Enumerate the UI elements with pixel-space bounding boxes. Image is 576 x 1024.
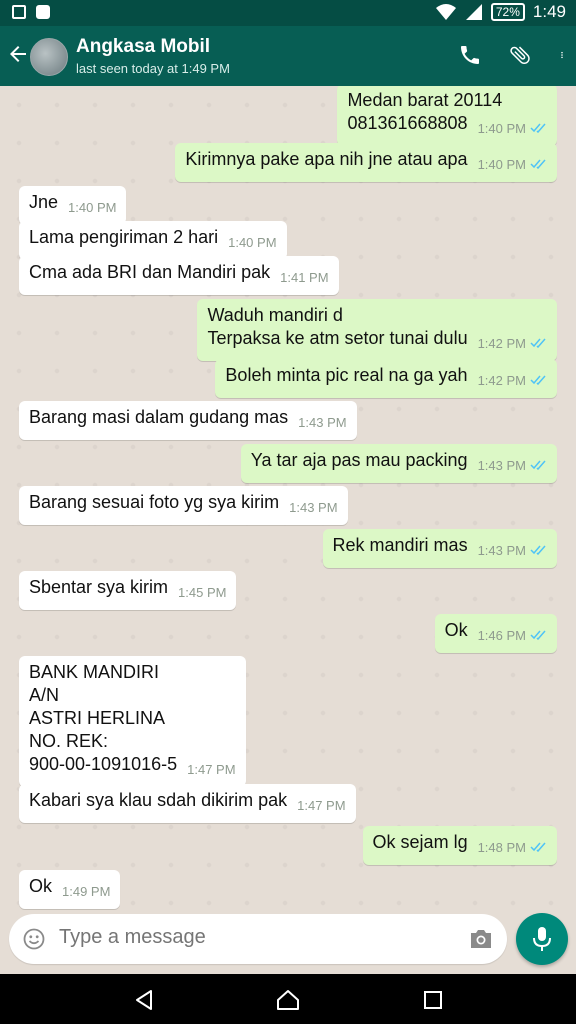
- mic-icon: [533, 927, 551, 951]
- nav-home-icon[interactable]: [276, 988, 300, 1012]
- message-time: 1:49 PM: [62, 884, 111, 899]
- bbm-notification-icon: [36, 5, 50, 19]
- message-text: Waduh mandiri d Terpaksa ke atm setor tu…: [207, 305, 468, 348]
- message-text: Barang sesuai foto yg sya kirim: [29, 492, 280, 512]
- message-bubble[interactable]: Barang masi dalam gudang mas 1:43 PM: [19, 401, 357, 440]
- message-bubble[interactable]: Rek mandiri mas 1:43 PM: [322, 529, 557, 568]
- read-ticks-icon: [530, 375, 546, 385]
- message-time: 1:40 PM: [478, 153, 547, 176]
- wifi-icon: [435, 4, 456, 20]
- chat-header: Angkasa Mobil last seen today at 1:49 PM: [0, 26, 576, 86]
- message-text: Jne: [29, 192, 59, 212]
- message-text: Kabari sya klau sdah dikirim pak: [29, 790, 288, 810]
- nav-back-icon[interactable]: [133, 989, 155, 1011]
- read-ticks-icon: [530, 545, 546, 555]
- more-icon[interactable]: [558, 43, 566, 67]
- last-seen-status: last seen today at 1:49 PM: [76, 61, 230, 76]
- message-time: 1:40 PM: [478, 117, 547, 140]
- read-ticks-icon: [530, 123, 546, 133]
- message-time: 1:45 PM: [178, 585, 227, 600]
- message-bubble[interactable]: Ok sejam lg 1:48 PM: [362, 826, 557, 865]
- message-time: 1:46 PM: [478, 624, 547, 647]
- message-time: 1:43 PM: [478, 539, 547, 562]
- status-right: 72% 1:49: [435, 2, 566, 22]
- read-ticks-icon: [530, 630, 546, 640]
- message-bubble[interactable]: Lama pengiriman 2 hari 1:40 PM: [19, 221, 287, 260]
- message-text: Ok: [444, 620, 468, 640]
- header-actions: [458, 43, 566, 67]
- message-time: 1:42 PM: [478, 332, 547, 355]
- mic-button[interactable]: [516, 913, 568, 965]
- message-bubble[interactable]: Barang sesuai foto yg sya kirim 1:43 PM: [19, 486, 348, 525]
- camera-icon[interactable]: [469, 928, 493, 950]
- message-time: 1:43 PM: [298, 415, 347, 430]
- message-time: 1:48 PM: [478, 836, 547, 859]
- battery-indicator: 72%: [490, 3, 525, 21]
- system-navigation-bar: [0, 974, 576, 1024]
- message-text: Ok sejam lg: [372, 832, 468, 852]
- message-text: Barang masi dalam gudang mas: [29, 407, 289, 427]
- message-text: Ya tar aja pas mau packing: [250, 450, 468, 470]
- message-bubble[interactable]: Ok 1:46 PM: [434, 614, 557, 653]
- composer: [0, 910, 576, 974]
- read-ticks-icon: [530, 460, 546, 470]
- status-bar: 72% 1:49: [0, 0, 576, 26]
- message-time: 1:47 PM: [187, 762, 236, 777]
- message-time: 1:42 PM: [478, 369, 547, 392]
- message-bubble[interactable]: Cma ada BRI dan Mandiri pak 1:41 PM: [19, 256, 339, 295]
- message-time: 1:43 PM: [478, 454, 547, 477]
- signal-icon: [465, 4, 482, 20]
- message-text: Cma ada BRI dan Mandiri pak: [29, 262, 271, 282]
- message-bubble[interactable]: Medan barat 20114 081361668808 1:40 PM: [337, 86, 557, 146]
- message-time: 1:40 PM: [228, 235, 277, 250]
- emoji-icon[interactable]: [23, 928, 45, 950]
- message-text: BANK MANDIRI A/N ASTRI HERLINA NO. REK: …: [29, 662, 178, 774]
- message-time: 1:41 PM: [280, 270, 329, 285]
- message-bubble[interactable]: Jne 1:40 PM: [19, 186, 127, 225]
- message-bubble[interactable]: Sbentar sya kirim 1:45 PM: [19, 571, 237, 610]
- read-ticks-icon: [530, 159, 546, 169]
- message-time: 1:43 PM: [289, 500, 338, 515]
- notification-icons: [12, 5, 50, 19]
- message-input-box[interactable]: [9, 914, 507, 964]
- attach-icon[interactable]: [508, 43, 532, 67]
- contact-name[interactable]: Angkasa Mobil: [76, 36, 210, 58]
- message-text: Sbentar sya kirim: [29, 577, 169, 597]
- read-ticks-icon: [530, 842, 546, 852]
- message-text: Boleh minta pic real na ga yah: [225, 365, 468, 385]
- message-bubble[interactable]: Waduh mandiri d Terpaksa ke atm setor tu…: [197, 299, 557, 361]
- back-arrow-icon[interactable]: [6, 42, 30, 66]
- avatar[interactable]: [30, 38, 68, 76]
- chat-area[interactable]: Medan barat 20114 081361668808 1:40 PM Ki…: [0, 86, 576, 910]
- message-text: Rek mandiri mas: [332, 535, 468, 555]
- message-text: Lama pengiriman 2 hari: [29, 227, 219, 247]
- message-text: Ok: [29, 876, 53, 896]
- message-bubble[interactable]: Ya tar aja pas mau packing 1:43 PM: [240, 444, 557, 483]
- call-icon[interactable]: [458, 43, 482, 67]
- message-time: 1:47 PM: [297, 798, 346, 813]
- message-time: 1:40 PM: [68, 200, 117, 215]
- message-text: Kirimnya pake apa nih jne atau apa: [185, 149, 468, 169]
- message-bubble[interactable]: Boleh minta pic real na ga yah 1:42 PM: [215, 359, 557, 398]
- message-bubble[interactable]: Kirimnya pake apa nih jne atau apa 1:40 P…: [175, 143, 557, 182]
- status-clock: 1:49: [532, 2, 566, 21]
- nav-recent-icon[interactable]: [424, 991, 442, 1009]
- read-ticks-icon: [530, 338, 546, 348]
- message-bubble[interactable]: Kabari sya klau sdah dikirim pak 1:47 PM: [19, 784, 356, 823]
- gallery-notification-icon: [12, 5, 26, 19]
- message-input[interactable]: [59, 926, 449, 949]
- message-bubble[interactable]: Ok 1:49 PM: [19, 870, 121, 909]
- message-bubble[interactable]: BANK MANDIRI A/N ASTRI HERLINA NO. REK: …: [19, 656, 246, 787]
